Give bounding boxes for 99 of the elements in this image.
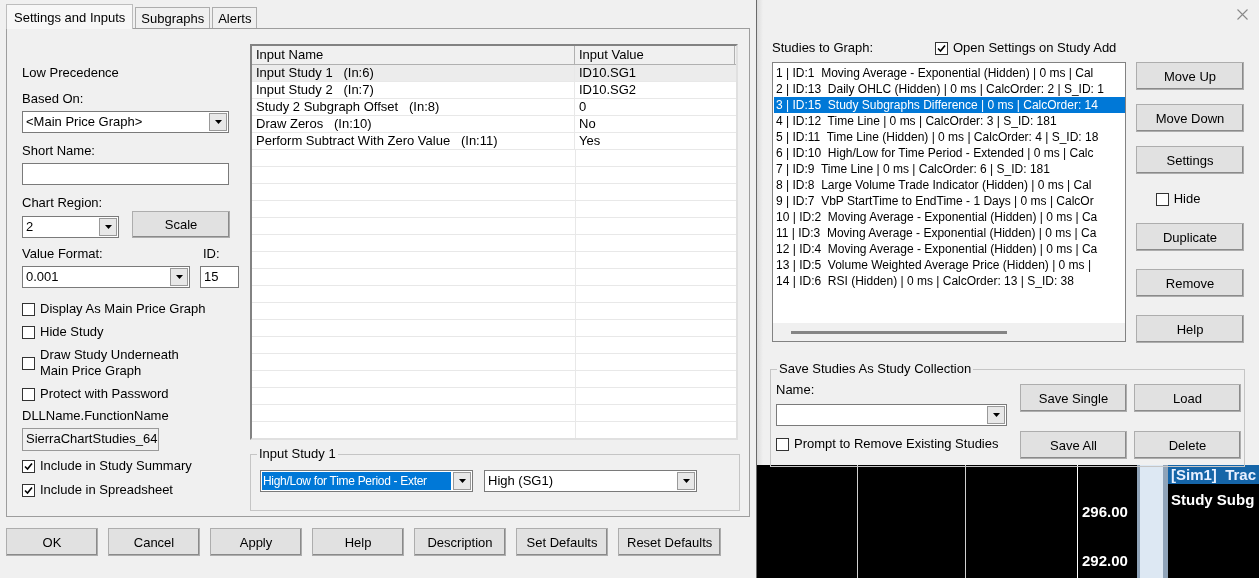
based-on-label: Based On: [22, 91, 85, 107]
checkbox[interactable] [22, 387, 35, 401]
tab[interactable]: Alerts [212, 7, 258, 28]
study-item[interactable]: 14 | ID:6 RSI (Hidden) | 0 ms | CalcOrder: 13 | S_ID: 38 [774, 273, 1125, 289]
caret-icon [992, 413, 1000, 417]
study-item[interactable]: 13 | ID:5 Volume Weighted Average Price (Hidden) | 0 ms | [774, 257, 1125, 273]
study-item[interactable]: 3 | ID:15 Study Subgraphs Difference | 0 ms | CalcOrder: 14 [774, 97, 1125, 113]
group-title: Save Studies As Study Collection [777, 361, 974, 377]
precedence-label: Low Precedence [22, 65, 120, 81]
caret-icon [682, 479, 690, 483]
caret-icon [175, 275, 183, 279]
checkbox-label: Display As Main Price Graph [40, 301, 206, 317]
table-cell: Draw Zeros (In:10) [252, 116, 575, 132]
value-format-label: Value Format: [22, 246, 104, 262]
trade-header: [Sim1] Trac [1168, 465, 1259, 484]
name-dropdown[interactable] [776, 404, 1007, 426]
side-button[interactable]: Move Up [1136, 62, 1244, 90]
table-cell-text: Yes [578, 133, 602, 149]
chart-region-label: Chart Region: [22, 195, 104, 211]
checkbox-label: Protect with Password [40, 386, 169, 402]
study-item[interactable]: 2 | ID:13 Daily OHLC (Hidden) | 0 ms | CalcOrder: 2 | S_ID: 1 [774, 81, 1125, 97]
checkbox-label: Hide [1173, 191, 1201, 207]
id-label: ID: [203, 246, 220, 262]
side-button[interactable]: Help [1136, 315, 1244, 343]
price-label: 292.00 [1081, 551, 1129, 570]
subgraph-dropdown[interactable]: High (SG1) [484, 470, 697, 492]
study-item[interactable]: 8 | ID:8 Large Volume Trade Indicator (Hidden) | 0 ms | Cal [774, 177, 1125, 193]
study-dropdown[interactable]: High/Low for Time Period - Exter [260, 470, 473, 492]
checkbox-label: Hide Study [40, 324, 104, 340]
checkbox[interactable] [22, 325, 35, 339]
checkbox[interactable] [22, 356, 35, 370]
checkbox[interactable] [776, 437, 789, 451]
checkbox-label: Draw Study Underneath Main Price Graph [40, 347, 179, 379]
short-name-field[interactable] [22, 163, 229, 185]
tab[interactable]: Settings and Inputs [6, 4, 134, 29]
side-button[interactable]: Settings [1136, 146, 1244, 174]
column-header[interactable]: Input Name [252, 46, 575, 64]
checkbox-label: Include in Study Summary [40, 458, 192, 474]
dialog-button[interactable]: Description [414, 528, 506, 556]
dialog-button[interactable]: OK [6, 528, 98, 556]
based-on-dropdown[interactable]: <Main Price Graph> [22, 111, 229, 133]
study-item[interactable]: 1 | ID:1 Moving Average - Exponential (Hidden) | 0 ms | Cal [774, 65, 1125, 81]
price-label: 296.00 [1081, 502, 1129, 521]
group-title: Input Study 1 [257, 446, 338, 462]
studies-label: Studies to Graph: [772, 40, 875, 56]
checkbox[interactable] [22, 302, 35, 316]
caret-icon [458, 479, 466, 483]
study-item[interactable]: 5 | ID:11 Time Line (Hidden) | 0 ms | CalcOrder: 4 | S_ID: 18 [774, 129, 1125, 145]
table-cell: Perform Subtract With Zero Value (In:11) [252, 133, 575, 149]
study-item[interactable]: 4 | ID:12 Time Line | 0 ms | CalcOrder: 3 | S_ID: 181 [774, 113, 1125, 129]
dialog-button[interactable]: Reset Defaults [618, 528, 722, 556]
collection-button[interactable]: Delete [1134, 431, 1241, 459]
short-name-label: Short Name: [22, 143, 96, 159]
table-cell-text: 0 [578, 99, 588, 115]
side-button[interactable]: Move Down [1136, 104, 1244, 132]
tab[interactable]: Subgraphs [135, 7, 211, 28]
study-item[interactable]: 11 | ID:3 Moving Average - Exponential (Hidden) | 0 ms | Ca [774, 225, 1125, 241]
table-cell: Input Study 1 (In:6) [252, 65, 575, 81]
column-header[interactable]: Input Value [575, 46, 735, 64]
dialog-button[interactable]: Help [312, 528, 404, 556]
table-cell-text: No [578, 116, 597, 132]
collection-button[interactable]: Save All [1020, 431, 1127, 459]
scrollbar[interactable] [1137, 465, 1168, 578]
table-row[interactable]: Input Study 1 (In:6) ID10.SG1 [252, 65, 736, 82]
table-cell-text: ID10.SG1 [578, 65, 638, 81]
dll-field: SierraChartStudies_64 [22, 428, 159, 451]
table-cell-text: ID10.SG2 [578, 82, 638, 98]
panel-text: Study Subg [1170, 490, 1256, 510]
checkbox[interactable] [22, 459, 35, 473]
checkbox[interactable] [22, 483, 35, 497]
table-cell: Study 2 Subgraph Offset (In:8) [252, 99, 575, 115]
table-cell: Input Study 2 (In:7) [252, 82, 575, 98]
scrollbar[interactable] [773, 323, 1125, 341]
caret-icon [214, 120, 222, 124]
study-item[interactable]: 6 | ID:10 High/Low for Time Period - Extended | 0 ms | Calc [774, 145, 1125, 161]
value-format-dropdown[interactable]: 0.001 [22, 266, 190, 288]
collection-button[interactable]: Save Single [1020, 384, 1127, 412]
side-button[interactable]: Remove [1136, 269, 1244, 297]
scale-button[interactable]: Scale [132, 211, 230, 238]
study-item[interactable]: 7 | ID:9 Time Line | 0 ms | CalcOrder: 6 | S_ID: 181 [774, 161, 1125, 177]
dll-label: DLLName.FunctionName [22, 408, 170, 424]
checkbox-label: Prompt to Remove Existing Studies [794, 436, 999, 452]
collection-button[interactable]: Load [1134, 384, 1241, 412]
dialog-button[interactable]: Cancel [108, 528, 200, 556]
study-item[interactable]: 10 | ID:2 Moving Average - Exponential (Hidden) | 0 ms | Ca [774, 209, 1125, 225]
study-item[interactable]: 9 | ID:7 VbP StartTime to EndTime - 1 Days | 0 ms | CalcOr [774, 193, 1125, 209]
caret-icon [104, 225, 112, 229]
dialog-button[interactable]: Apply [210, 528, 302, 556]
close-icon[interactable] [1237, 9, 1248, 20]
checkbox[interactable] [935, 41, 948, 55]
checkbox-label: Include in Spreadsheet [40, 482, 173, 498]
checkbox[interactable] [1155, 192, 1169, 206]
chart-region-dropdown[interactable]: 2 [22, 216, 119, 238]
dialog-button[interactable]: Set Defaults [516, 528, 608, 556]
name-label: Name: [776, 382, 816, 398]
checkbox-label: Open Settings on Study Add [953, 40, 1117, 56]
study-item[interactable]: 12 | ID:4 Moving Average - Exponential (Hidden) | 0 ms | Ca [774, 241, 1125, 257]
id-field[interactable]: 15 [200, 266, 239, 288]
side-button[interactable]: Duplicate [1136, 223, 1244, 251]
